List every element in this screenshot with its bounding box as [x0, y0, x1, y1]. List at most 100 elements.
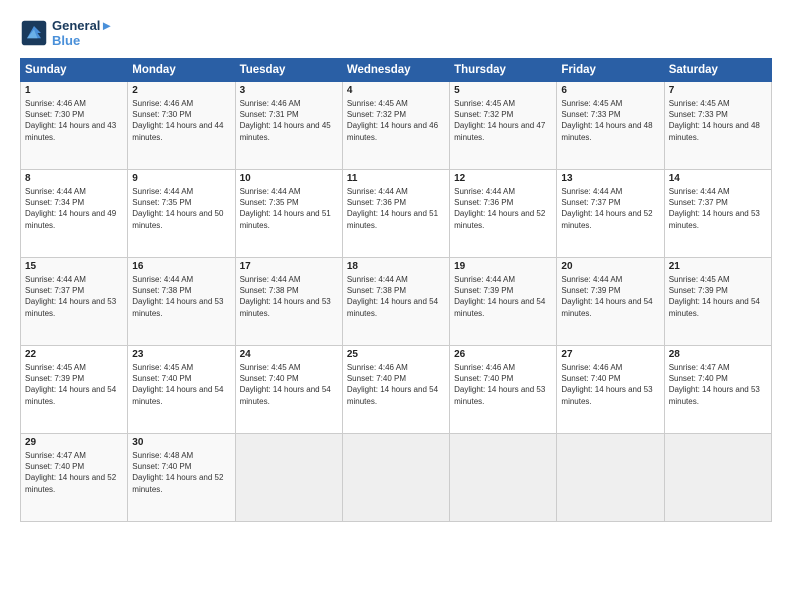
day-number: 24	[240, 349, 338, 360]
day-cell: 15 Sunrise: 4:44 AMSunset: 7:37 PMDayligh…	[21, 258, 128, 346]
day-info: Sunrise: 4:46 AMSunset: 7:40 PMDaylight:…	[347, 362, 445, 407]
day-number: 27	[561, 349, 659, 360]
day-info: Sunrise: 4:44 AMSunset: 7:39 PMDaylight:…	[454, 274, 552, 319]
header-cell-friday: Friday	[557, 59, 664, 82]
day-info: Sunrise: 4:44 AMSunset: 7:35 PMDaylight:…	[132, 186, 230, 231]
day-number: 21	[669, 261, 767, 272]
day-cell: 24Sunrise: 4:45 AMSunset: 7:40 PMDayligh…	[235, 346, 342, 434]
day-number: 18	[347, 261, 445, 272]
day-info: Sunrise: 4:45 AMSunset: 7:39 PMDaylight:…	[25, 362, 123, 407]
header: General► Blue	[20, 18, 772, 48]
day-number: 1	[25, 85, 123, 96]
day-cell: 23 Sunrise: 4:45 AMSunset: 7:40 PMDayligh…	[128, 346, 235, 434]
day-cell: 1 Sunrise: 4:46 AMSunset: 7:30 PMDaylight…	[21, 82, 128, 170]
day-number: 19	[454, 261, 552, 272]
day-cell	[342, 434, 449, 522]
day-info: Sunrise: 4:44 AMSunset: 7:36 PMDaylight:…	[454, 186, 552, 231]
calendar-table: SundayMondayTuesdayWednesdayThursdayFrid…	[20, 58, 772, 522]
day-info: Sunrise: 4:46 AMSunset: 7:40 PMDaylight:…	[454, 362, 552, 407]
day-info: Sunrise: 4:45 AMSunset: 7:33 PMDaylight:…	[561, 98, 659, 143]
day-info: Sunrise: 4:44 AMSunset: 7:38 PMDaylight:…	[347, 274, 445, 319]
day-info: Sunrise: 4:44 AMSunset: 7:35 PMDaylight:…	[240, 186, 338, 231]
day-info: Sunrise: 4:46 AMSunset: 7:30 PMDaylight:…	[132, 98, 230, 143]
day-number: 3	[240, 85, 338, 96]
day-cell: 9 Sunrise: 4:44 AMSunset: 7:35 PMDaylight…	[128, 170, 235, 258]
day-cell	[664, 434, 771, 522]
day-info: Sunrise: 4:47 AMSunset: 7:40 PMDaylight:…	[669, 362, 767, 407]
day-number: 7	[669, 85, 767, 96]
day-number: 20	[561, 261, 659, 272]
day-number: 11	[347, 173, 445, 184]
header-cell-tuesday: Tuesday	[235, 59, 342, 82]
day-number: 14	[669, 173, 767, 184]
day-cell: 19 Sunrise: 4:44 AMSunset: 7:39 PMDayligh…	[450, 258, 557, 346]
day-info: Sunrise: 4:45 AMSunset: 7:40 PMDaylight:…	[132, 362, 230, 407]
week-row-5: 29 Sunrise: 4:47 AMSunset: 7:40 PMDayligh…	[21, 434, 772, 522]
day-number: 29	[25, 437, 123, 448]
day-cell: 20 Sunrise: 4:44 AMSunset: 7:39 PMDayligh…	[557, 258, 664, 346]
day-cell: 12 Sunrise: 4:44 AMSunset: 7:36 PMDayligh…	[450, 170, 557, 258]
day-info: Sunrise: 4:46 AMSunset: 7:30 PMDaylight:…	[25, 98, 123, 143]
day-cell: 3 Sunrise: 4:46 AMSunset: 7:31 PMDaylight…	[235, 82, 342, 170]
day-info: Sunrise: 4:47 AMSunset: 7:40 PMDaylight:…	[25, 450, 123, 495]
day-info: Sunrise: 4:44 AMSunset: 7:39 PMDaylight:…	[561, 274, 659, 319]
day-info: Sunrise: 4:45 AMSunset: 7:33 PMDaylight:…	[669, 98, 767, 143]
day-number: 26	[454, 349, 552, 360]
logo: General► Blue	[20, 18, 113, 48]
day-number: 28	[669, 349, 767, 360]
day-cell: 5 Sunrise: 4:45 AMSunset: 7:32 PMDaylight…	[450, 82, 557, 170]
day-info: Sunrise: 4:44 AMSunset: 7:36 PMDaylight:…	[347, 186, 445, 231]
day-info: Sunrise: 4:45 AMSunset: 7:32 PMDaylight:…	[454, 98, 552, 143]
logo-icon	[20, 19, 48, 47]
header-cell-wednesday: Wednesday	[342, 59, 449, 82]
header-cell-monday: Monday	[128, 59, 235, 82]
day-cell: 10 Sunrise: 4:44 AMSunset: 7:35 PMDayligh…	[235, 170, 342, 258]
header-cell-thursday: Thursday	[450, 59, 557, 82]
day-cell: 7 Sunrise: 4:45 AMSunset: 7:33 PMDaylight…	[664, 82, 771, 170]
day-cell: 8Sunrise: 4:44 AMSunset: 7:34 PMDaylight…	[21, 170, 128, 258]
day-cell: 27 Sunrise: 4:46 AMSunset: 7:40 PMDayligh…	[557, 346, 664, 434]
day-number: 4	[347, 85, 445, 96]
day-cell: 4 Sunrise: 4:45 AMSunset: 7:32 PMDaylight…	[342, 82, 449, 170]
day-cell: 11 Sunrise: 4:44 AMSunset: 7:36 PMDayligh…	[342, 170, 449, 258]
day-number: 23	[132, 349, 230, 360]
day-number: 12	[454, 173, 552, 184]
day-cell: 30Sunrise: 4:48 AMSunset: 7:40 PMDayligh…	[128, 434, 235, 522]
logo-text: General► Blue	[52, 18, 113, 48]
day-number: 10	[240, 173, 338, 184]
day-info: Sunrise: 4:46 AMSunset: 7:40 PMDaylight:…	[561, 362, 659, 407]
day-cell: 14 Sunrise: 4:44 AMSunset: 7:37 PMDayligh…	[664, 170, 771, 258]
day-info: Sunrise: 4:44 AMSunset: 7:37 PMDaylight:…	[25, 274, 123, 319]
day-info: Sunrise: 4:45 AMSunset: 7:39 PMDaylight:…	[669, 274, 767, 319]
week-row-2: 8Sunrise: 4:44 AMSunset: 7:34 PMDaylight…	[21, 170, 772, 258]
week-row-1: 1 Sunrise: 4:46 AMSunset: 7:30 PMDaylight…	[21, 82, 772, 170]
day-number: 25	[347, 349, 445, 360]
day-info: Sunrise: 4:46 AMSunset: 7:31 PMDaylight:…	[240, 98, 338, 143]
day-info: Sunrise: 4:45 AMSunset: 7:32 PMDaylight:…	[347, 98, 445, 143]
day-cell: 13 Sunrise: 4:44 AMSunset: 7:37 PMDayligh…	[557, 170, 664, 258]
day-cell: 26 Sunrise: 4:46 AMSunset: 7:40 PMDayligh…	[450, 346, 557, 434]
day-cell: 21 Sunrise: 4:45 AMSunset: 7:39 PMDayligh…	[664, 258, 771, 346]
week-row-3: 15 Sunrise: 4:44 AMSunset: 7:37 PMDayligh…	[21, 258, 772, 346]
day-number: 15	[25, 261, 123, 272]
day-cell: 6Sunrise: 4:45 AMSunset: 7:33 PMDaylight…	[557, 82, 664, 170]
day-cell: 22Sunrise: 4:45 AMSunset: 7:39 PMDayligh…	[21, 346, 128, 434]
day-cell	[557, 434, 664, 522]
day-cell	[235, 434, 342, 522]
calendar-body: 1 Sunrise: 4:46 AMSunset: 7:30 PMDaylight…	[21, 82, 772, 522]
day-info: Sunrise: 4:44 AMSunset: 7:37 PMDaylight:…	[561, 186, 659, 231]
calendar-header-row: SundayMondayTuesdayWednesdayThursdayFrid…	[21, 59, 772, 82]
day-number: 16	[132, 261, 230, 272]
page: General► Blue SundayMondayTuesdayWednesd…	[0, 0, 792, 612]
day-info: Sunrise: 4:44 AMSunset: 7:34 PMDaylight:…	[25, 186, 123, 231]
day-number: 17	[240, 261, 338, 272]
day-cell	[450, 434, 557, 522]
day-number: 13	[561, 173, 659, 184]
day-number: 30	[132, 437, 230, 448]
day-cell: 29 Sunrise: 4:47 AMSunset: 7:40 PMDayligh…	[21, 434, 128, 522]
day-info: Sunrise: 4:44 AMSunset: 7:37 PMDaylight:…	[669, 186, 767, 231]
day-number: 9	[132, 173, 230, 184]
week-row-4: 22Sunrise: 4:45 AMSunset: 7:39 PMDayligh…	[21, 346, 772, 434]
day-cell: 16Sunrise: 4:44 AMSunset: 7:38 PMDayligh…	[128, 258, 235, 346]
day-number: 5	[454, 85, 552, 96]
